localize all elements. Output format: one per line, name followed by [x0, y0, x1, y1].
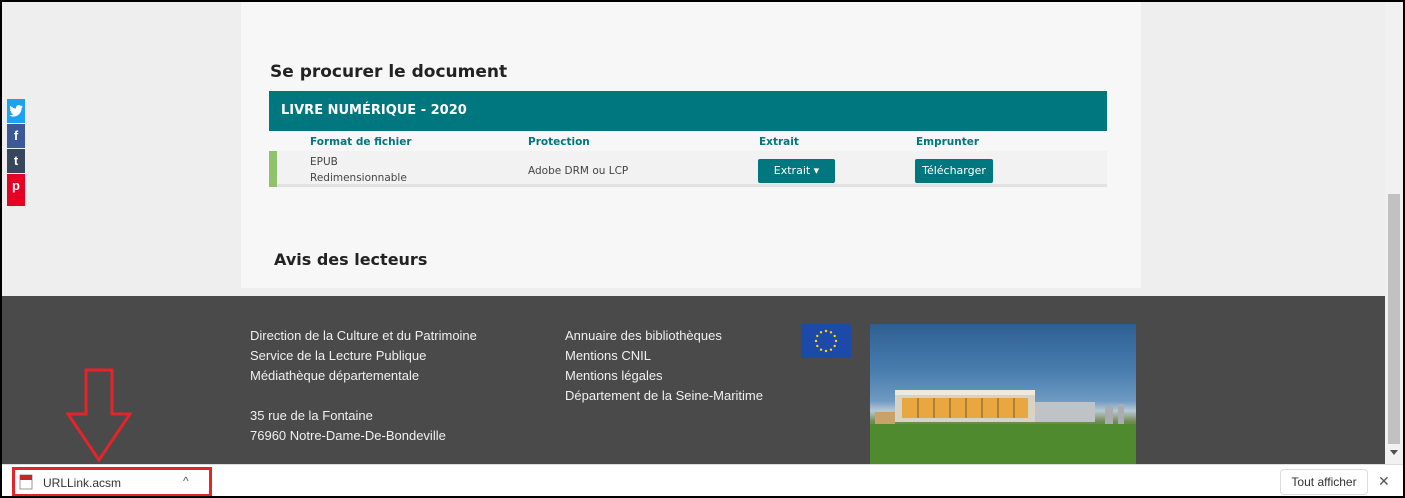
- footer-org: Direction de la Culture et du Patrimoine…: [250, 326, 477, 386]
- table-row: EPUB Redimensionnable Adobe DRM ou LCP E…: [269, 151, 1107, 187]
- footer-link: Service de la Lecture Publique: [250, 348, 427, 363]
- pinterest-icon[interactable]: p: [7, 174, 25, 206]
- scroll-thumb[interactable]: [1388, 194, 1400, 444]
- tumblr-icon[interactable]: t: [7, 149, 25, 173]
- library-building-image: [870, 324, 1136, 464]
- facebook-icon[interactable]: f: [7, 124, 25, 148]
- ebook-header: LIVRE NUMÉRIQUE - 2020: [269, 91, 1107, 131]
- tumblr-glyph: t: [13, 153, 19, 168]
- browser-window: f t p Se procurer le document LIVRE NUMÉ…: [2, 2, 1403, 496]
- file-icon: [19, 474, 33, 490]
- footer-links: Annuaire des bibliothèques Mentions CNIL…: [565, 326, 763, 406]
- pinterest-glyph: p: [12, 178, 20, 193]
- twitter-icon[interactable]: [7, 99, 25, 123]
- download-bar: URLLink.acsm ^ Tout afficher ✕: [2, 464, 1403, 496]
- row-indicator: [269, 151, 277, 187]
- footer: Direction de la Culture et du Patrimoine…: [2, 296, 1385, 464]
- eu-flag-icon: [801, 324, 851, 358]
- reviews-title: Avis des lecteurs: [274, 250, 428, 269]
- annotation-arrow-icon: [66, 368, 132, 463]
- show-all-button[interactable]: Tout afficher: [1280, 469, 1368, 495]
- address-line: 35 rue de la Fontaine: [250, 408, 373, 423]
- column-extract: Extrait: [759, 136, 799, 148]
- column-borrow: Emprunter: [916, 136, 980, 148]
- download-button[interactable]: Télécharger: [915, 159, 993, 183]
- content-card: Se procurer le document LIVRE NUMÉRIQUE …: [241, 2, 1141, 288]
- address-line: 76960 Notre-Dame-De-Bondeville: [250, 428, 446, 443]
- footer-link-directory[interactable]: Annuaire des bibliothèques: [565, 326, 763, 346]
- download-item[interactable]: URLLink.acsm ^: [12, 467, 212, 496]
- extract-button[interactable]: Extrait ▾: [758, 159, 835, 183]
- format-line1: EPUB: [310, 156, 338, 168]
- footer-link-cnil[interactable]: Mentions CNIL: [565, 346, 763, 366]
- footer-address: 35 rue de la Fontaine 76960 Notre-Dame-D…: [250, 406, 446, 446]
- scroll-down-icon[interactable]: [1390, 450, 1398, 455]
- footer-link: Médiathèque départementale: [250, 368, 420, 383]
- section-title: Se procurer le document: [270, 62, 508, 82]
- close-icon[interactable]: ✕: [1378, 473, 1390, 490]
- facebook-glyph: f: [13, 128, 19, 143]
- footer-link-department[interactable]: Département de la Seine-Maritime: [565, 386, 763, 406]
- protection-value: Adobe DRM ou LCP: [528, 165, 629, 177]
- chevron-up-icon[interactable]: ^: [183, 474, 189, 488]
- footer-link: Direction de la Culture et du Patrimoine: [250, 328, 477, 343]
- download-filename: URLLink.acsm: [43, 476, 122, 490]
- footer-link-legal[interactable]: Mentions légales: [565, 366, 763, 386]
- format-line2: Redimensionnable: [310, 172, 407, 184]
- page-viewport: f t p Se procurer le document LIVRE NUMÉ…: [2, 2, 1385, 464]
- vertical-scrollbar[interactable]: [1385, 2, 1403, 464]
- column-protection: Protection: [528, 136, 590, 148]
- column-format: Format de fichier: [310, 136, 412, 148]
